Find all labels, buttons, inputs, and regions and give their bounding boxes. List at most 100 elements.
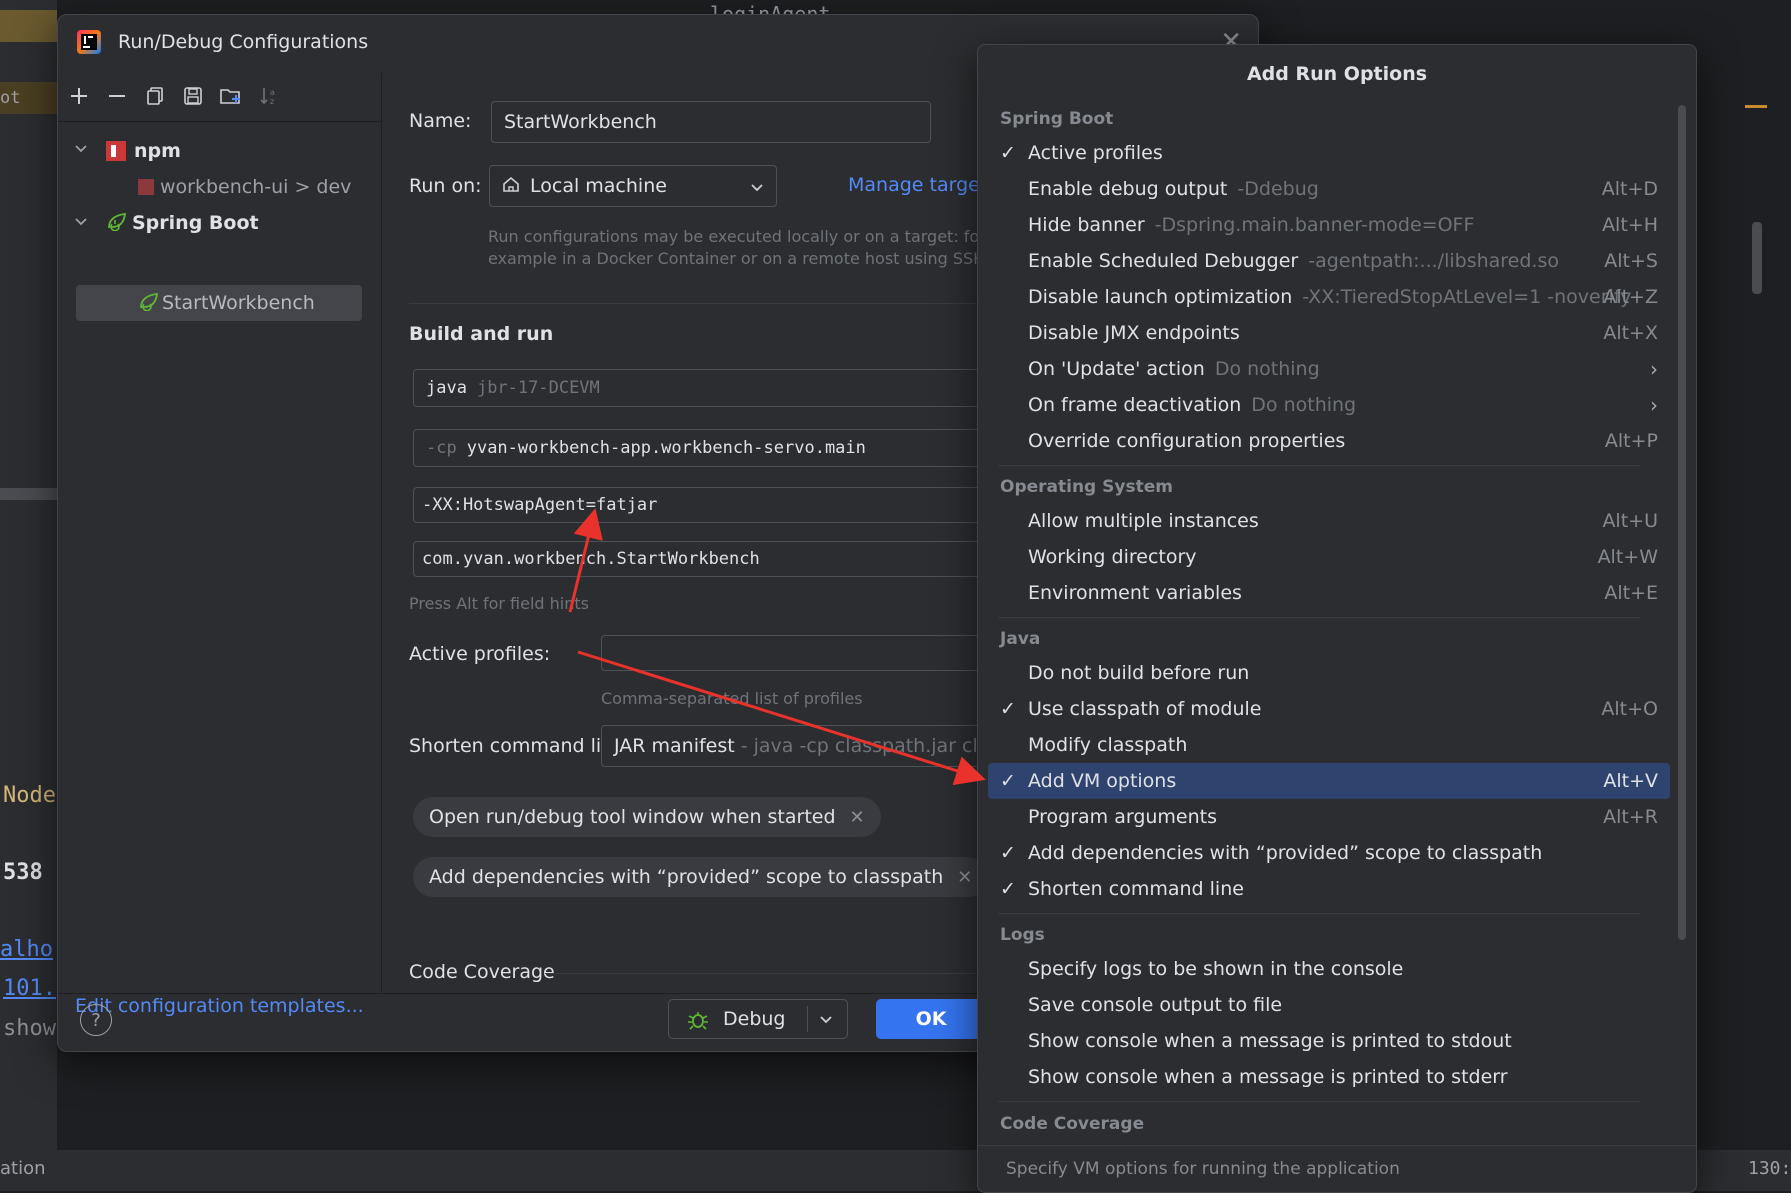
option-disable-jmx-endpoints[interactable]: Disable JMX endpoints Alt+X — [988, 315, 1670, 351]
group-code-coverage: Code Coverage — [1000, 1114, 1145, 1134]
chevron-down-icon[interactable] — [819, 1012, 833, 1031]
divider — [998, 913, 1640, 914]
sort-icon[interactable]: az — [256, 83, 282, 109]
option-label: Show console when a message is printed t… — [1028, 1066, 1508, 1088]
help-icon[interactable]: ? — [80, 1004, 112, 1036]
option-working-directory[interactable]: Working directory Alt+W — [988, 539, 1670, 575]
chevron-down-icon — [750, 178, 764, 200]
option-shortcut: Alt+E — [1604, 582, 1658, 604]
bg-fragment-ation: ation — [0, 1158, 46, 1179]
chevron-down-icon[interactable] — [74, 142, 100, 160]
active-profiles-hint: Comma-separated list of profiles — [601, 689, 863, 708]
chip-open-tool-window[interactable]: Open run/debug tool window when started … — [413, 797, 881, 837]
option-enable-scheduled-debugger[interactable]: Enable Scheduled Debugger -agentpath:.../… — [988, 243, 1670, 279]
option-sub: Do nothing — [1214, 358, 1320, 380]
main-class-field[interactable]: com.yvan.workbench.StartWorkbench — [413, 541, 1073, 577]
field-hint: Press Alt for field hints — [409, 594, 589, 613]
classpath-module-field[interactable]: -cp yvan-workbench-app.workbench-servo.m… — [413, 429, 1073, 467]
chip-add-dependencies[interactable]: Add dependencies with “provided” scope t… — [413, 857, 989, 897]
option-label: Allow multiple instances — [1028, 510, 1259, 532]
tree-node-workbench-ui[interactable]: workbench-ui > dev — [138, 170, 351, 204]
option-enable-debug-output[interactable]: Enable debug output -Ddebug Alt+D — [988, 171, 1670, 207]
ok-button[interactable]: OK — [876, 999, 986, 1039]
chip-label: Open run/debug tool window when started — [429, 806, 836, 828]
debug-button[interactable]: Debug — [668, 999, 848, 1039]
tree-label-spring-boot: Spring Boot — [132, 212, 259, 234]
active-profiles-label: Active profiles: — [409, 643, 551, 665]
option-environment-variables[interactable]: Environment variables Alt+E — [988, 575, 1670, 611]
option-label: Specify logs to be shown in the console — [1028, 958, 1404, 980]
option-label: On 'Update' action — [1028, 358, 1205, 380]
option-do-not-build[interactable]: Do not build before run — [988, 655, 1670, 691]
copy-icon[interactable] — [142, 83, 168, 109]
option-sub: -Dspring.main.banner-mode=OFF — [1154, 214, 1475, 236]
chevron-down-icon[interactable] — [74, 212, 100, 234]
option-override-configuration-properties[interactable]: Override configuration properties Alt+P — [988, 423, 1670, 459]
bg-fragment-alho: alho — [0, 937, 53, 962]
option-show-console-stdout[interactable]: Show console when a message is printed t… — [988, 1023, 1670, 1059]
jre-field[interactable]: java jbr-17-DCEVM — [413, 369, 1073, 407]
svg-text:z: z — [270, 97, 274, 106]
option-sub: -agentpath:.../libshared.so — [1308, 250, 1559, 272]
option-shortcut: Alt+R — [1603, 806, 1658, 828]
option-label: Environment variables — [1028, 582, 1242, 604]
close-icon[interactable]: ✕ — [850, 807, 865, 828]
name-field[interactable]: StartWorkbench — [491, 101, 931, 143]
save-icon[interactable] — [180, 83, 206, 109]
status-position: 130: — [1748, 1158, 1791, 1179]
run-on-hint-line-1: Run configurations may be executed local… — [488, 227, 986, 246]
option-allow-multiple-instances[interactable]: Allow multiple instances Alt+U — [988, 503, 1670, 539]
option-label: Enable Scheduled Debugger — [1028, 250, 1299, 272]
shorten-sub: - java -cp classpath.jar cla — [740, 735, 990, 757]
check-icon: ✓ — [1000, 142, 1016, 164]
bg-fragment-ot: ot — [0, 88, 21, 108]
option-add-vm-options[interactable]: ✓ Add VM options Alt+V — [988, 763, 1670, 799]
option-hide-banner[interactable]: Hide banner -Dspring.main.banner-mode=OFF… — [988, 207, 1670, 243]
option-label: Save console output to file — [1028, 994, 1283, 1016]
run-on-value: Local machine — [530, 175, 667, 197]
jre-prefix: java — [426, 378, 467, 398]
option-add-provided-dependencies[interactable]: ✓ Add dependencies with “provided” scope … — [988, 835, 1670, 871]
option-disable-launch-optimization[interactable]: Disable launch optimization -XX:TieredSto… — [988, 279, 1670, 315]
option-use-classpath-of-module[interactable]: ✓ Use classpath of module Alt+O — [988, 691, 1670, 727]
close-icon[interactable]: ✕ — [957, 867, 972, 888]
option-active-profiles[interactable]: ✓ Active profiles — [988, 135, 1670, 171]
option-save-console-output[interactable]: Save console output to file — [988, 987, 1670, 1023]
popup-scrollbar[interactable] — [1678, 105, 1686, 940]
option-label: Use classpath of module — [1028, 698, 1262, 720]
group-java: Java — [1000, 629, 1041, 649]
remove-icon[interactable] — [104, 83, 130, 109]
option-shortcut: Alt+U — [1602, 510, 1658, 532]
option-shortcut: Alt+V — [1603, 770, 1658, 792]
tree-node-spring-boot[interactable]: Spring Boot — [74, 206, 259, 240]
bg-scrollbar[interactable] — [1752, 222, 1762, 294]
tree-node-startworkbench[interactable]: StartWorkbench — [138, 286, 315, 320]
check-icon: ✓ — [1000, 878, 1016, 900]
option-label: Override configuration properties — [1028, 430, 1346, 452]
build-and-run-heading: Build and run — [409, 323, 554, 345]
run-on-select[interactable]: Local machine — [489, 165, 777, 207]
group-operating-system: Operating System — [1000, 477, 1173, 497]
new-folder-icon[interactable] — [218, 83, 244, 109]
option-modify-classpath[interactable]: Modify classpath — [988, 727, 1670, 763]
option-shorten-command-line[interactable]: ✓ Shorten command line — [988, 871, 1670, 907]
bg-fragment-538: 538 — [3, 860, 43, 885]
option-label: Disable launch optimization — [1028, 286, 1293, 308]
option-label: Show console when a message is printed t… — [1028, 1030, 1512, 1052]
option-program-arguments[interactable]: Program arguments Alt+R — [988, 799, 1670, 835]
debug-button-label: Debug — [723, 1008, 786, 1030]
add-icon[interactable] — [66, 83, 92, 109]
ide-left-tab — [0, 10, 57, 42]
option-sub: Do nothing — [1251, 394, 1357, 416]
option-specify-logs[interactable]: Specify logs to be shown in the console — [988, 951, 1670, 987]
option-label: Add VM options — [1028, 770, 1177, 792]
bg-fragment-show: show — [3, 1016, 56, 1041]
spring-boot-icon — [106, 211, 132, 236]
tree-node-npm[interactable]: npm — [74, 134, 181, 168]
option-on-update-action[interactable]: On 'Update' action Do nothing › — [988, 351, 1670, 387]
option-show-console-stderr[interactable]: Show console when a message is printed t… — [988, 1059, 1670, 1095]
option-label: Disable JMX endpoints — [1028, 322, 1240, 344]
option-on-frame-deactivation[interactable]: On frame deactivation Do nothing › — [988, 387, 1670, 423]
vm-options-field[interactable]: -XX:HotswapAgent=fatjar — [413, 487, 1073, 523]
check-icon: ✓ — [1000, 770, 1016, 792]
